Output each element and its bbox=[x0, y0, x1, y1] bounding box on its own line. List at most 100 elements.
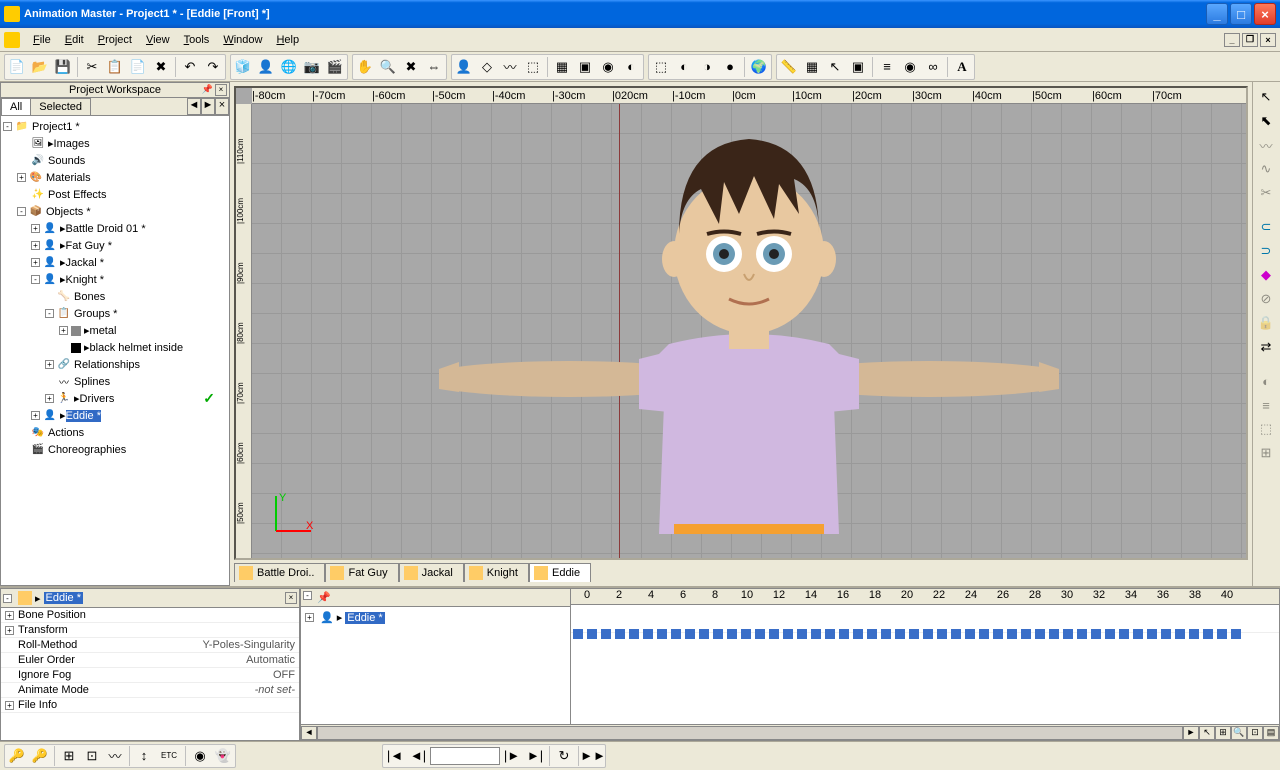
expander-icon[interactable]: - bbox=[17, 207, 26, 216]
expander-icon[interactable]: - bbox=[3, 122, 12, 131]
tool-character-icon[interactable]: 👤 bbox=[255, 56, 277, 78]
keyframe[interactable] bbox=[1049, 629, 1059, 639]
menu-tools[interactable]: Tools bbox=[177, 32, 217, 48]
keyframe[interactable] bbox=[671, 629, 681, 639]
close-button[interactable]: × bbox=[1254, 3, 1276, 25]
globe-icon[interactable]: 🌍 bbox=[748, 56, 770, 78]
render-region-icon[interactable]: ▣ bbox=[574, 56, 596, 78]
minimize-button[interactable]: _ bbox=[1206, 3, 1228, 25]
tree-groups[interactable]: Groups * bbox=[74, 308, 117, 320]
arrow-tool-icon[interactable]: ⬉ bbox=[1255, 110, 1277, 132]
select-tool-icon[interactable]: ↖ bbox=[1255, 86, 1277, 108]
tab-selected[interactable]: Selected bbox=[30, 98, 91, 115]
keyframe[interactable] bbox=[965, 629, 975, 639]
menu-help[interactable]: Help bbox=[269, 32, 306, 48]
paste-button[interactable]: 📄 bbox=[127, 56, 149, 78]
tree-bones[interactable]: Bones bbox=[74, 291, 105, 303]
flip-icon[interactable]: ⇄ bbox=[1255, 336, 1277, 358]
keyframe[interactable] bbox=[573, 629, 583, 639]
workspace-close-button[interactable]: × bbox=[215, 84, 227, 96]
expander-icon[interactable]: - bbox=[45, 309, 54, 318]
scroll-left-button[interactable]: ◄ bbox=[301, 726, 317, 740]
expander-icon[interactable]: + bbox=[31, 241, 40, 250]
rotate-tool-icon[interactable]: ✖ bbox=[400, 56, 422, 78]
shaded-wire-icon[interactable]: ◑ bbox=[696, 56, 718, 78]
expander-icon[interactable]: - bbox=[31, 275, 40, 284]
keyframe[interactable] bbox=[1119, 629, 1129, 639]
mdi-minimize-button[interactable]: _ bbox=[1224, 33, 1240, 47]
keyframe[interactable] bbox=[923, 629, 933, 639]
new-button[interactable]: 📄 bbox=[6, 56, 28, 78]
keyframe[interactable] bbox=[741, 629, 751, 639]
ruler-icon[interactable]: 📏 bbox=[778, 56, 800, 78]
tl-zoom-icon[interactable]: 🔍 bbox=[1231, 726, 1247, 740]
keyframe[interactable] bbox=[881, 629, 891, 639]
keyframe[interactable] bbox=[1175, 629, 1185, 639]
keyframe[interactable] bbox=[1105, 629, 1115, 639]
tl-tool3-icon[interactable]: ⊡ bbox=[1247, 726, 1263, 740]
frame-input[interactable] bbox=[430, 747, 500, 765]
tree-project[interactable]: Project1 * bbox=[32, 121, 80, 133]
render-final-icon[interactable]: ◉ bbox=[597, 56, 619, 78]
cut-button[interactable]: ✂ bbox=[81, 56, 103, 78]
tree-fat-guy[interactable]: Fat Guy * bbox=[66, 240, 112, 252]
curve2-icon[interactable]: ⊃ bbox=[1255, 240, 1277, 262]
expander-icon[interactable]: + bbox=[45, 360, 54, 369]
timeline-item[interactable]: Eddie * bbox=[345, 612, 384, 624]
prop-name[interactable]: Ignore Fog bbox=[18, 669, 71, 681]
tree-knight[interactable]: Knight * bbox=[66, 274, 105, 286]
break-tool-icon[interactable]: ✂ bbox=[1255, 182, 1277, 204]
tree-relationships[interactable]: Relationships bbox=[74, 359, 140, 371]
undo-button[interactable]: ↶ bbox=[179, 56, 201, 78]
grid-icon[interactable]: ▦ bbox=[801, 56, 823, 78]
keyframe[interactable] bbox=[993, 629, 1003, 639]
keyframe[interactable] bbox=[1077, 629, 1087, 639]
shaded-icon[interactable]: ◐ bbox=[673, 56, 695, 78]
curve-edit-icon[interactable]: 〰 bbox=[104, 745, 126, 767]
zoom-tool-icon[interactable]: 🔍 bbox=[377, 56, 399, 78]
tree-posteffects[interactable]: Post Effects bbox=[48, 189, 107, 201]
maximize-button[interactable]: □ bbox=[1230, 3, 1252, 25]
text-tool-icon[interactable]: A bbox=[951, 56, 973, 78]
keyframe[interactable] bbox=[1161, 629, 1171, 639]
tree-choreographies[interactable]: Choreographies bbox=[48, 444, 126, 456]
tree-jackal[interactable]: Jackal * bbox=[66, 257, 105, 269]
3d-viewport[interactable]: |-80cm|-70cm|-60cm|-50cm|-40cm|-30cm|020… bbox=[234, 86, 1248, 560]
redo-button[interactable]: ↷ bbox=[202, 56, 224, 78]
tree-actions[interactable]: Actions bbox=[48, 427, 84, 439]
keyframe[interactable] bbox=[713, 629, 723, 639]
tool-action-icon[interactable]: 🎬 bbox=[324, 56, 346, 78]
last-frame-button[interactable]: ►| bbox=[524, 745, 546, 767]
keyframe[interactable] bbox=[643, 629, 653, 639]
edit-mode1-icon[interactable]: ⊞ bbox=[58, 745, 80, 767]
keyframe[interactable] bbox=[951, 629, 961, 639]
tree-sounds[interactable]: Sounds bbox=[48, 155, 85, 167]
tl-tool4-icon[interactable]: ▤ bbox=[1263, 726, 1279, 740]
detach-icon[interactable]: ⊘ bbox=[1255, 288, 1277, 310]
expander-icon[interactable]: - bbox=[3, 594, 12, 603]
tab-all[interactable]: All bbox=[1, 98, 31, 115]
keyframe[interactable] bbox=[685, 629, 695, 639]
timeline-graph[interactable]: 0246810121416182022242628303234363840 bbox=[571, 589, 1279, 724]
save-button[interactable]: 💾 bbox=[52, 56, 74, 78]
tool-camera-icon[interactable]: 📷 bbox=[301, 56, 323, 78]
keyframe[interactable] bbox=[979, 629, 989, 639]
timeline-keyframes[interactable] bbox=[571, 629, 1279, 639]
tree-eddie[interactable]: Eddie * bbox=[66, 410, 101, 422]
tool-b-icon[interactable]: ≡ bbox=[876, 56, 898, 78]
add-tool-icon[interactable]: ∿ bbox=[1255, 158, 1277, 180]
patch-tool-icon[interactable]: 〰 bbox=[499, 56, 521, 78]
keyframe[interactable] bbox=[1063, 629, 1073, 639]
tree-battle-droid[interactable]: Battle Droid 01 * bbox=[66, 223, 146, 235]
key-branch-icon[interactable]: 🔑 bbox=[29, 745, 51, 767]
mdi-close-button[interactable]: × bbox=[1260, 33, 1276, 47]
tree-drivers[interactable]: Drivers bbox=[80, 393, 115, 405]
lasso-tool-icon[interactable]: 〰 bbox=[1255, 134, 1277, 156]
tree-metal[interactable]: metal bbox=[90, 325, 117, 337]
lock-icon[interactable]: 🔒 bbox=[1255, 312, 1277, 334]
menu-window[interactable]: Window bbox=[216, 32, 269, 48]
keyframe[interactable] bbox=[1217, 629, 1227, 639]
keyframe[interactable] bbox=[797, 629, 807, 639]
toggle1-icon[interactable]: ↕ bbox=[133, 745, 155, 767]
expander-icon[interactable]: + bbox=[31, 258, 40, 267]
